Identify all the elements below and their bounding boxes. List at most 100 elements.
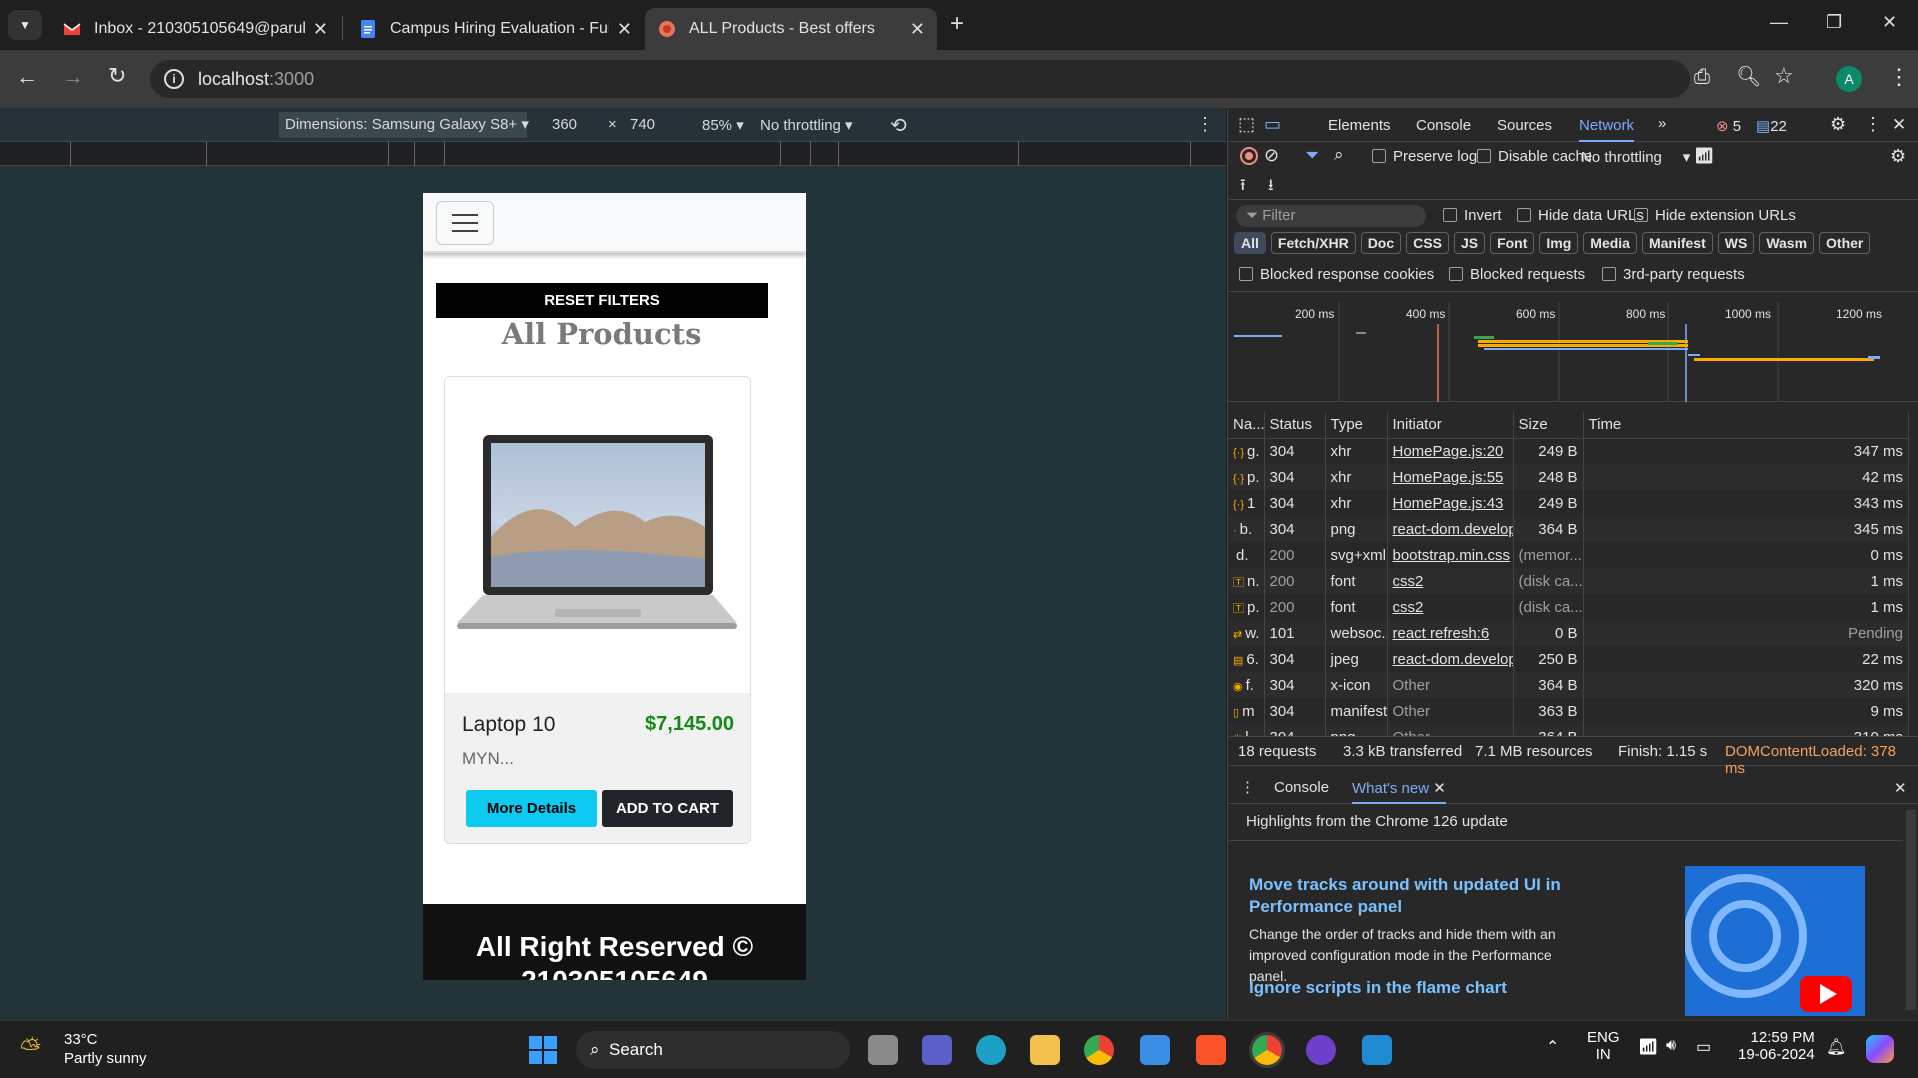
request-initiator[interactable]: react-dom.develop	[1387, 516, 1514, 542]
network-throttling-select[interactable]: No throttling ▾	[1581, 148, 1690, 166]
third-party-checkbox[interactable]: 3rd-party requests	[1602, 266, 1745, 283]
table-row[interactable]: ◉ f. 304 x-icon Other 364 B 320 ms	[1228, 672, 1909, 698]
tab-search-button[interactable]: ▼	[8, 10, 42, 40]
copilot-icon[interactable]	[1866, 1035, 1894, 1063]
table-row[interactable]: ▯ m 304 manifest Other 363 B9 ms	[1228, 698, 1909, 724]
height-input[interactable]: 740	[630, 116, 655, 133]
invert-checkbox[interactable]: Invert	[1443, 207, 1502, 224]
col-status[interactable]: Status	[1264, 412, 1326, 438]
volume-icon[interactable]: 🔊︎	[1666, 1037, 1676, 1055]
request-initiator[interactable]: HomePage.js:55	[1387, 464, 1514, 490]
browser-tab-gmail[interactable]: Inbox - 210305105649@paruluniversity.ac.…	[50, 8, 340, 50]
table-row[interactable]: {·} 1 304 xhr HomePage.js:43 249 B 343 ms	[1228, 490, 1909, 516]
back-icon[interactable]: ←	[16, 64, 38, 90]
chip-fetch-xhr[interactable]: Fetch/XHR	[1270, 232, 1356, 254]
chrome-icon[interactable]	[1084, 1035, 1114, 1065]
blocked-cookies-checkbox[interactable]: Blocked response cookies	[1239, 266, 1434, 283]
request-initiator[interactable]: HomePage.js:20	[1387, 438, 1514, 464]
chrome-active-icon[interactable]	[1249, 1032, 1285, 1068]
request-initiator[interactable]: HomePage.js:43	[1387, 490, 1514, 516]
drawer-scrollbar[interactable]	[1906, 810, 1916, 1010]
col-type[interactable]: Type	[1325, 412, 1388, 438]
zoom-select[interactable]: 85% ▾	[702, 116, 744, 134]
tab-console[interactable]: Console	[1416, 117, 1471, 134]
search-icon[interactable]: ⌕	[1334, 145, 1344, 165]
width-input[interactable]: 360	[552, 116, 577, 133]
inspect-element-icon[interactable]: ⬚	[1238, 114, 1255, 135]
browser-tab-docs[interactable]: Campus Hiring Evaluation - Full Stack ✕	[346, 8, 644, 50]
chip-other[interactable]: Other	[1819, 232, 1871, 254]
edge-icon[interactable]	[976, 1035, 1006, 1065]
hamburger-menu-icon[interactable]	[436, 201, 494, 245]
teams-icon[interactable]	[922, 1035, 952, 1065]
github-icon[interactable]	[1306, 1035, 1336, 1065]
table-row[interactable]: d. 200 svg+xml bootstrap.min.css (memor... 0 …	[1228, 542, 1909, 568]
close-icon[interactable]: ✕	[1433, 780, 1446, 797]
profile-avatar[interactable]: A	[1836, 66, 1862, 92]
drawer-menu-icon[interactable]: ⋮	[1240, 778, 1255, 796]
taskbar-search[interactable]: ⌕ Search	[576, 1031, 850, 1069]
whats-new-video-thumbnail[interactable]	[1685, 866, 1865, 1016]
more-tabs-icon[interactable]: »	[1658, 115, 1666, 132]
chip-media[interactable]: Media	[1583, 232, 1637, 254]
network-settings-icon[interactable]: ⚙	[1890, 146, 1906, 167]
col-name[interactable]: Na...	[1228, 412, 1265, 438]
filter-icon[interactable]: ⏷	[1305, 145, 1319, 166]
tab-elements[interactable]: Elements	[1328, 117, 1391, 134]
table-row[interactable]: {·} g. 304 xhr HomePage.js:20 249 B 347 ms	[1228, 438, 1909, 464]
chip-wasm[interactable]: Wasm	[1759, 232, 1815, 254]
export-har-icon[interactable]: ⭳	[1268, 174, 1274, 201]
col-initiator[interactable]: Initiator	[1387, 412, 1514, 438]
address-bar[interactable]: i localhost:3000	[150, 60, 1690, 98]
error-count-badge[interactable]: ⊗ 5	[1716, 117, 1741, 135]
file-explorer-icon[interactable]	[1030, 1035, 1060, 1065]
devtools-menu-icon[interactable]: ⋮	[1864, 114, 1882, 135]
drawer-tab-console[interactable]: Console	[1274, 779, 1329, 796]
settings-gear-icon[interactable]: ⚙	[1830, 114, 1846, 135]
tab-sources[interactable]: Sources	[1497, 117, 1552, 134]
hide-data-urls-checkbox[interactable]: Hide data URLs	[1517, 207, 1644, 224]
table-row[interactable]: · b. 304 png react-dom.develop 364 B 345 ms	[1228, 516, 1909, 542]
chip-css[interactable]: CSS	[1406, 232, 1449, 254]
store-icon[interactable]	[1140, 1035, 1170, 1065]
vscode-icon[interactable]	[1362, 1035, 1392, 1065]
tab-network[interactable]: Network	[1579, 117, 1635, 142]
clear-icon[interactable]: ⊘	[1264, 145, 1279, 166]
request-initiator[interactable]: bootstrap.min.css	[1387, 542, 1514, 568]
add-to-cart-button[interactable]: ADD TO CART	[602, 790, 733, 827]
whats-new-item-title[interactable]: Move tracks around with updated UI in Pe…	[1249, 874, 1569, 918]
table-row[interactable]: ▤ 6. 304 jpeg react-dom.develop 250 B 22 ms	[1228, 646, 1909, 672]
hide-extension-urls-checkbox[interactable]: Hide extension URLs	[1634, 207, 1796, 224]
reload-icon[interactable]: ↻	[108, 63, 126, 89]
rotate-icon[interactable]: ⟲	[890, 113, 907, 138]
drawer-tab-whats-new[interactable]: What's new ✕	[1352, 779, 1446, 804]
close-icon[interactable]: ✕	[910, 19, 925, 40]
disable-cache-checkbox[interactable]: Disable cache	[1477, 148, 1592, 165]
browser-menu-icon[interactable]: ⋮	[1888, 64, 1910, 90]
notification-bell-icon[interactable]: 🔔︎	[1826, 1037, 1846, 1057]
request-initiator[interactable]: css2	[1387, 568, 1514, 594]
new-tab-button[interactable]: +	[950, 10, 964, 38]
minimize-icon[interactable]: —	[1770, 12, 1788, 33]
brave-icon[interactable]	[1196, 1035, 1226, 1065]
restore-icon[interactable]: ❐	[1826, 12, 1842, 33]
forward-icon[interactable]: →	[62, 64, 84, 90]
window-close-icon[interactable]: ✕	[1882, 12, 1897, 33]
col-time[interactable]: Time	[1583, 412, 1909, 438]
browser-tab-products[interactable]: ALL Products - Best offers ✕	[645, 8, 937, 50]
record-icon[interactable]	[1240, 147, 1258, 165]
close-icon[interactable]: ✕	[313, 19, 328, 40]
task-view-icon[interactable]	[868, 1035, 898, 1065]
bookmark-star-icon[interactable]: ☆	[1774, 63, 1794, 89]
whats-new-item-title-2[interactable]: Ignore scripts in the flame chart	[1249, 978, 1507, 998]
table-row[interactable]: 🅃p. 200 font css2 (disk ca... 1 ms	[1228, 594, 1909, 620]
chip-font[interactable]: Font	[1490, 232, 1535, 254]
request-initiator[interactable]: react-dom.develop	[1387, 646, 1514, 672]
chip-all[interactable]: All	[1234, 232, 1266, 254]
device-select[interactable]: Dimensions: Samsung Galaxy S8+ ▾	[279, 112, 529, 138]
table-row[interactable]: ⇄w.101websoc...react refresh:60 BPending	[1228, 620, 1909, 646]
more-details-button[interactable]: More Details	[466, 790, 597, 827]
reset-filters-button[interactable]: RESET FILTERS	[436, 283, 768, 318]
drawer-close-icon[interactable]: ✕	[1894, 779, 1907, 797]
request-initiator[interactable]: css2	[1387, 594, 1514, 620]
